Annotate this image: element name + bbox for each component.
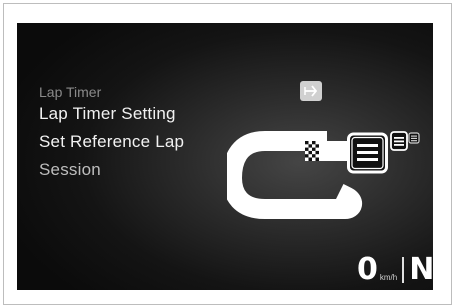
- readout-divider: [402, 257, 405, 283]
- checkered-flag-icon: [305, 141, 319, 161]
- lap-list-icon: [347, 131, 420, 174]
- enter-icon[interactable]: [300, 81, 322, 101]
- menu-header: Lap Timer: [39, 84, 102, 100]
- speed-value: 0: [357, 252, 378, 287]
- menu-item-lap-timer-setting[interactable]: Lap Timer Setting: [39, 103, 184, 131]
- speed-unit: km/h: [379, 273, 398, 282]
- menu-item-session[interactable]: Session: [39, 159, 184, 187]
- gear-indicator: N: [409, 252, 433, 287]
- instrument-display: Lap Timer Lap Timer Setting Set Referenc…: [17, 23, 433, 290]
- menu-item-set-reference-lap[interactable]: Set Reference Lap: [39, 131, 184, 159]
- lap-timer-menu: Lap Timer Lap Timer Setting Set Referenc…: [39, 83, 184, 187]
- speed-gear-readout: 0 km/h N: [357, 255, 433, 285]
- track-straight-segment: [319, 141, 349, 161]
